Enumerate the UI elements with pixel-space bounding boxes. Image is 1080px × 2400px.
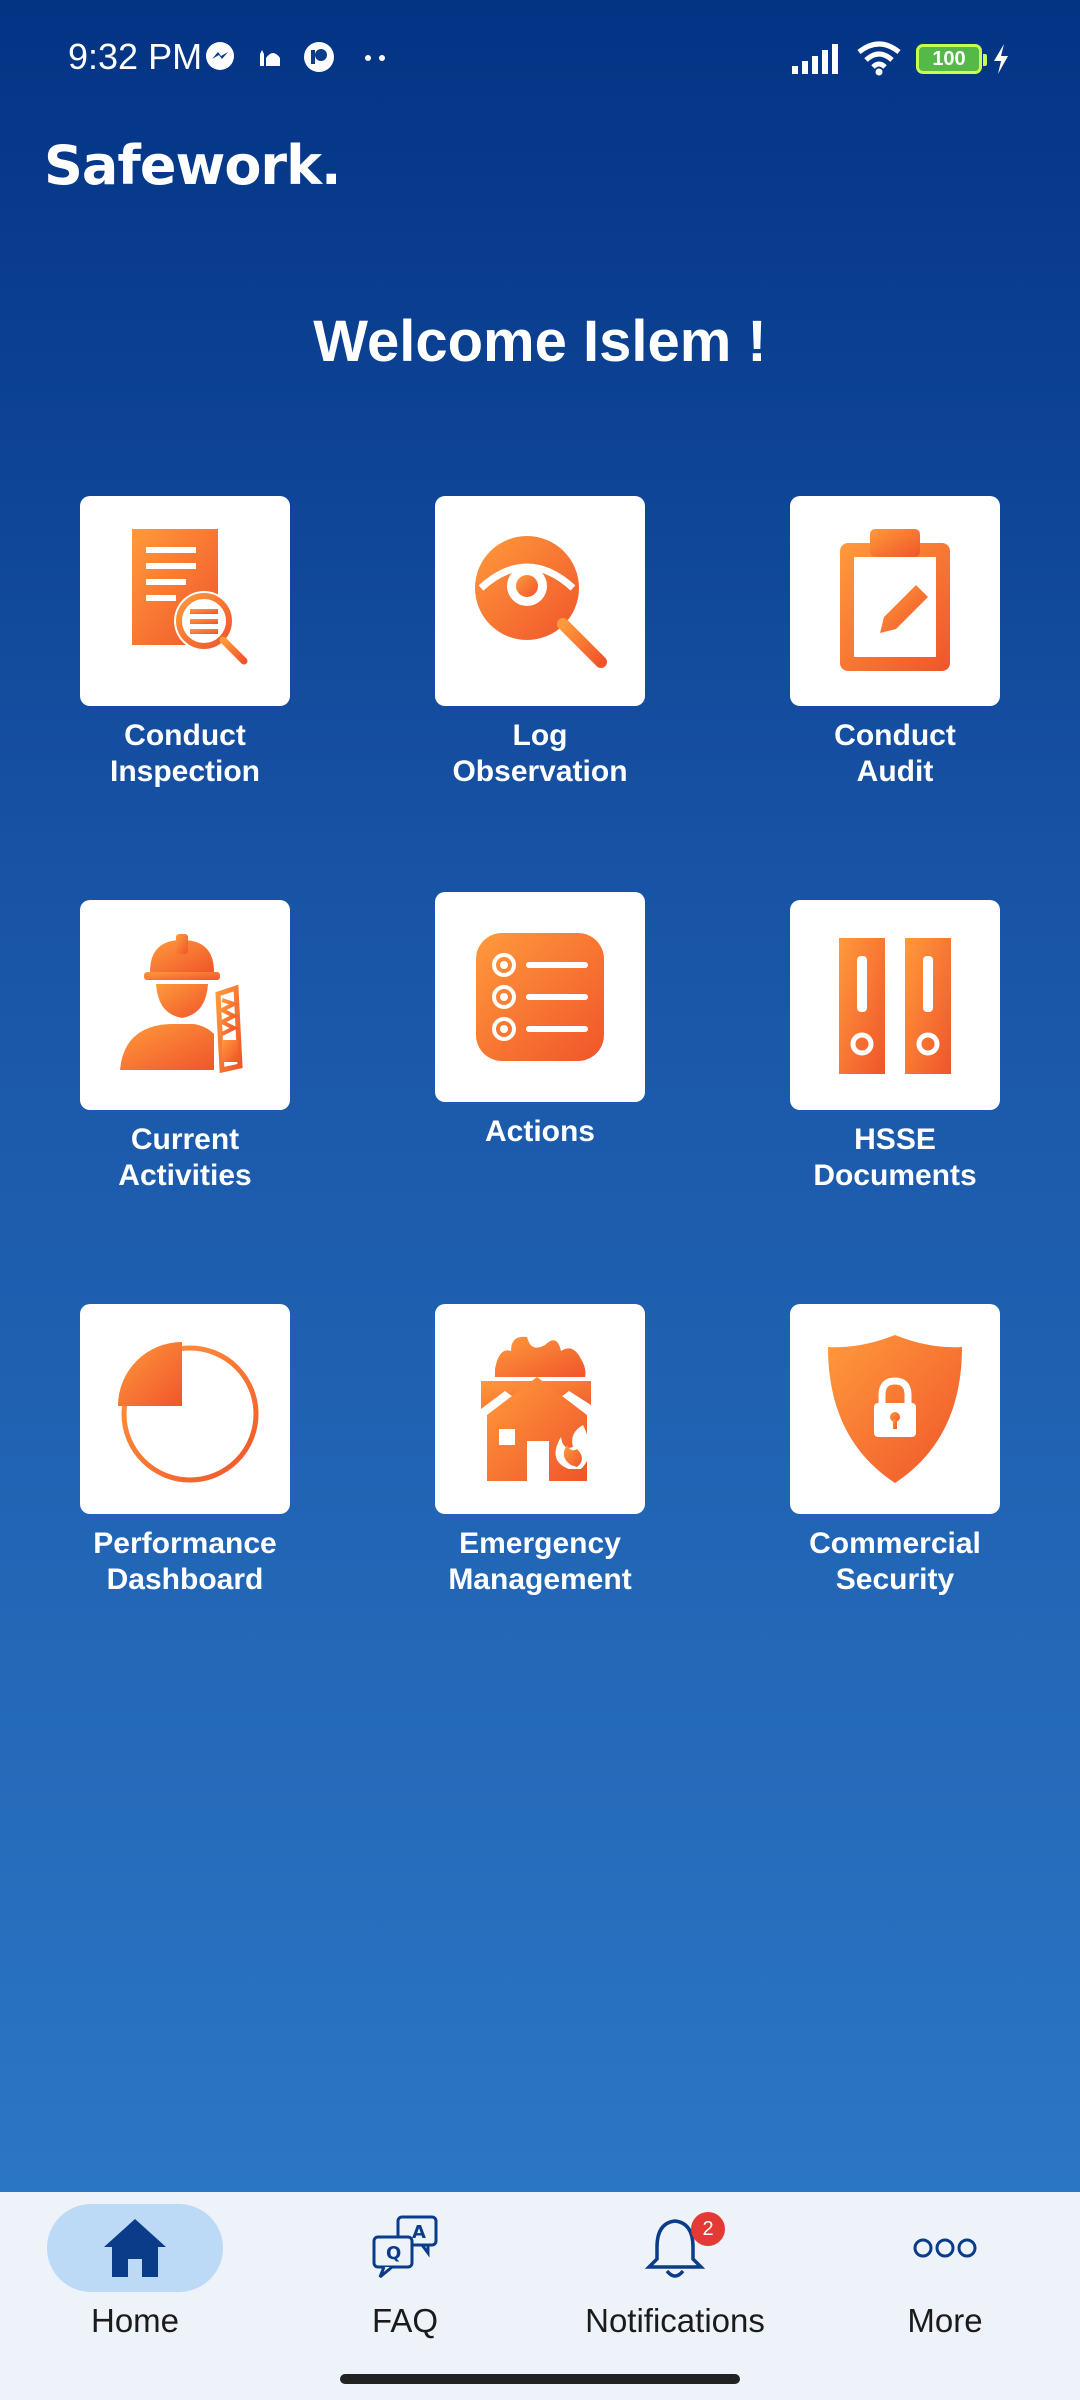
brand-logo: Safework. xyxy=(44,134,341,197)
binders-icon xyxy=(839,938,951,1074)
mosque-icon xyxy=(260,50,280,66)
shield-lock-icon xyxy=(828,1335,962,1483)
signal-icon xyxy=(792,44,838,74)
home-icon xyxy=(104,2219,166,2277)
battery-icon: 100 xyxy=(916,44,987,74)
tile-log-observation[interactable]: Log Observation xyxy=(435,496,645,790)
tile-box[interactable] xyxy=(435,496,645,706)
tile-conduct-audit[interactable]: Conduct Audit xyxy=(790,496,1000,790)
nav-home[interactable]: Home xyxy=(0,2192,270,2400)
nav-label: FAQ xyxy=(371,2302,439,2339)
faq-icon: A Q xyxy=(372,2215,438,2279)
tile-hsse-documents[interactable]: HSSE Documents xyxy=(790,900,1000,1194)
document-search-icon xyxy=(132,529,248,665)
status-time: 9:32 PM xyxy=(68,36,203,77)
tile-box[interactable] xyxy=(80,900,290,1110)
battery-level: 100 xyxy=(932,47,966,70)
messenger-icon xyxy=(206,42,234,70)
tile-label: Conduct Audit xyxy=(834,719,956,788)
tile-label: Emergency Management xyxy=(448,1527,632,1596)
tile-actions[interactable]: Actions xyxy=(435,892,645,1150)
tile-label: HSSE Documents xyxy=(813,1123,977,1192)
tile-box[interactable] xyxy=(80,496,290,706)
nav-notifications-indicator[interactable]: 2 xyxy=(587,2204,763,2292)
nav-faq[interactable]: A Q FAQ xyxy=(270,2192,540,2400)
status-bar: 9:32 PM 100 xyxy=(0,0,1080,120)
eye-search-icon xyxy=(475,536,607,668)
bottom-nav: Home A Q FAQ 2 Notifications More xyxy=(0,2192,1080,2400)
svg-text:A: A xyxy=(412,2222,426,2243)
more-dots-icon xyxy=(365,55,385,61)
tile-label: Current Activities xyxy=(118,1123,252,1192)
nav-more[interactable]: More xyxy=(810,2192,1080,2400)
app-icon xyxy=(304,42,334,72)
nav-label: Notifications xyxy=(585,2302,765,2339)
welcome-title: Welcome Islem ! xyxy=(313,309,767,374)
charging-icon xyxy=(994,44,1008,74)
tile-commercial-security[interactable]: Commercial Security xyxy=(790,1304,1000,1598)
home-indicator[interactable] xyxy=(340,2374,740,2384)
tile-box[interactable] xyxy=(790,1304,1000,1514)
nav-home-indicator[interactable] xyxy=(47,2204,223,2292)
tile-box[interactable] xyxy=(80,1304,290,1514)
tile-label: Conduct Inspection xyxy=(109,719,260,788)
checklist-icon xyxy=(476,933,604,1061)
tile-label: Log Observation xyxy=(452,719,628,788)
svg-text:Q: Q xyxy=(386,2243,401,2264)
nav-more-indicator[interactable] xyxy=(857,2204,1033,2292)
tile-label: Commercial Security xyxy=(809,1527,981,1596)
tile-current-activities[interactable]: Current Activities xyxy=(80,900,290,1194)
tile-box[interactable] xyxy=(435,892,645,1102)
tile-box[interactable] xyxy=(435,1304,645,1514)
tile-box[interactable] xyxy=(790,900,1000,1110)
tile-label: Performance Dashboard xyxy=(93,1527,277,1596)
wifi-icon xyxy=(857,41,901,76)
tile-conduct-inspection[interactable]: Conduct Inspection xyxy=(80,496,290,790)
notification-badge: 2 xyxy=(691,2212,725,2246)
clipboard-edit-icon xyxy=(840,529,950,671)
pie-chart-icon xyxy=(118,1342,259,1483)
tile-label: Actions xyxy=(484,1115,595,1148)
nav-label: More xyxy=(907,2302,983,2339)
worker-saw-icon xyxy=(120,934,243,1074)
nav-notifications[interactable]: 2 Notifications xyxy=(540,2192,810,2400)
tile-box[interactable] xyxy=(790,496,1000,706)
nav-faq-indicator[interactable]: A Q xyxy=(317,2204,493,2292)
tile-emergency-management[interactable]: Emergency Management xyxy=(435,1304,645,1598)
house-fire-icon xyxy=(481,1336,591,1481)
more-icon xyxy=(913,2238,977,2258)
tile-performance-dashboard[interactable]: Performance Dashboard xyxy=(80,1304,290,1598)
nav-label: Home xyxy=(90,2302,180,2339)
